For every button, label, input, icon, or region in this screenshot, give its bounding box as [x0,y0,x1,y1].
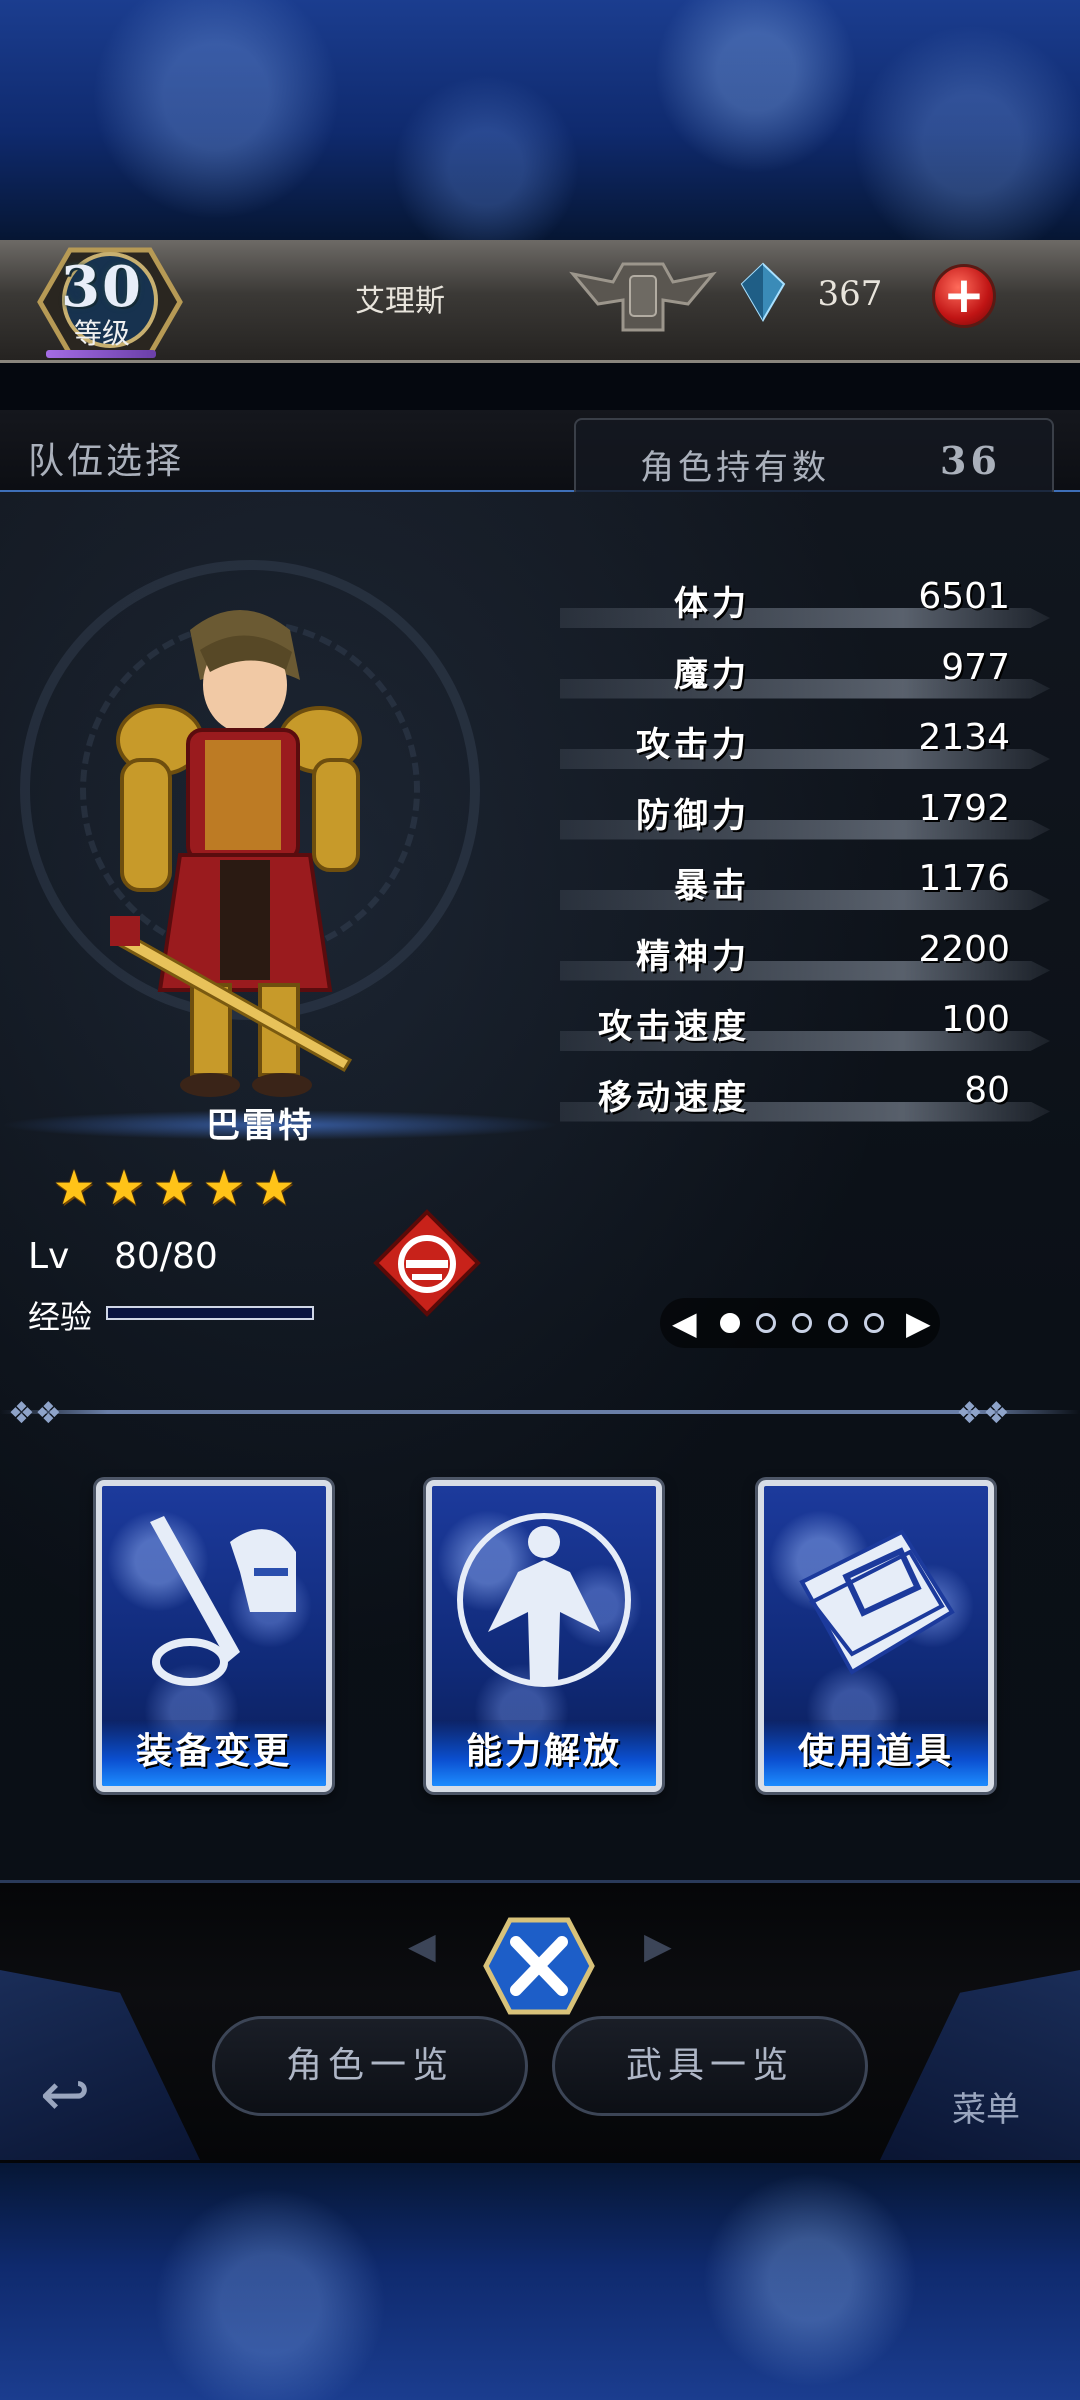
equipment-change-label: 装备变更 [102,1720,326,1786]
stat-row: 攻击力 2134 [540,711,1060,775]
pager-dot[interactable] [828,1313,848,1333]
stat-label: 攻击速度 [598,1007,750,1047]
stat-label: 防御力 [636,795,750,836]
stat-row: 魔力 977 [540,641,1060,705]
hero-name: 巴雷特 [206,1106,314,1146]
star-icon: ★ [252,1160,296,1216]
ability-release-button[interactable]: 能力解放 [426,1480,662,1792]
character-pager: ◀ ▶ [660,1298,940,1348]
stat-value: 100 [941,999,1010,1040]
top-frost-band [0,0,1080,240]
ability-release-icon [457,1513,631,1687]
stat-row: 防御力 1792 [540,782,1060,846]
stat-label: 移动速度 [598,1077,750,1118]
hero-level-label: Lv [28,1236,70,1277]
use-item-label: 使用道具 [764,1720,988,1786]
add-gems-button[interactable]: + [932,264,996,328]
pager-dot[interactable] [720,1313,740,1333]
ability-release-label: 能力解放 [432,1720,656,1786]
equipment-icon [150,1516,296,1686]
gem-icon [740,262,786,322]
stat-value: 80 [964,1069,1010,1111]
nav-left-arrow-icon: ◀ [408,1926,436,1967]
section-divider [0,1410,1080,1414]
pager-dot[interactable] [792,1313,812,1333]
item-book-icon [799,1529,955,1675]
stat-row: 攻击速度 100 [540,993,1060,1057]
character-list-button[interactable]: 角色一览 [212,2016,528,2116]
nav-right-arrow-icon: ▶ [644,1926,672,1967]
stat-value: 6501 [918,576,1010,617]
player-level-label: 等级 [73,317,130,350]
hero-exp-bar [106,1306,314,1320]
gem-count: 367 [817,274,883,314]
player-level: 30 [61,254,143,320]
stat-row: 精神力 2200 [540,923,1060,987]
rank-crest-icon [569,262,717,332]
pager-left-arrow-icon[interactable]: ◀ [672,1304,697,1342]
team-select-title: 队伍选择 [28,441,185,482]
stat-row: 移动速度 80 [540,1064,1060,1128]
hero-sprite [110,610,362,1097]
player-exp-strip [46,350,156,358]
stat-label: 攻击力 [636,725,750,765]
star-icon: ★ [202,1160,246,1216]
stat-row: 体力 6501 [540,570,1060,634]
back-arrow-icon[interactable]: ↩ [40,2060,90,2130]
equipment-change-button[interactable]: 装备变更 [96,1480,332,1792]
owned-count-label: 角色持有数 [640,448,830,488]
stat-value: 2134 [918,717,1010,758]
use-item-button[interactable]: 使用道具 [758,1480,994,1792]
player-name: 艾理斯 [355,284,445,319]
stat-value: 977 [941,646,1010,688]
stat-label: 体力 [674,584,750,624]
divider-ornament-icon: ❖❖ [8,1396,62,1431]
weapon-list-button[interactable]: 武具一览 [552,2016,868,2116]
star-icon: ★ [52,1160,96,1216]
menu-button[interactable]: 菜单 [952,2082,1020,2131]
star-icon: ★ [102,1160,146,1216]
close-button[interactable] [482,1916,596,2016]
stat-value: 1792 [918,787,1010,829]
stat-label: 暴击 [674,866,750,906]
stat-label: 精神力 [636,936,750,977]
bottom-frost-band [0,2160,1080,2400]
divider-ornament-icon: ❖❖ [956,1396,1010,1431]
knight-job-icon [373,1209,481,1317]
pager-dot[interactable] [864,1313,884,1333]
stat-row: 暴击 1176 [540,852,1060,916]
hero-exp-label: 经验 [28,1298,93,1336]
pager-right-arrow-icon[interactable]: ▶ [906,1304,931,1342]
pager-dot[interactable] [756,1313,776,1333]
hero-level-value: 80/80 [114,1236,218,1277]
stat-value: 2200 [918,928,1010,970]
stat-label: 魔力 [674,654,750,695]
stat-value: 1176 [918,858,1010,899]
hero-star-rating: ★ ★ ★ ★ ★ [50,1164,300,1212]
owned-count-value: 36 [940,438,1001,483]
star-icon: ★ [152,1160,196,1216]
